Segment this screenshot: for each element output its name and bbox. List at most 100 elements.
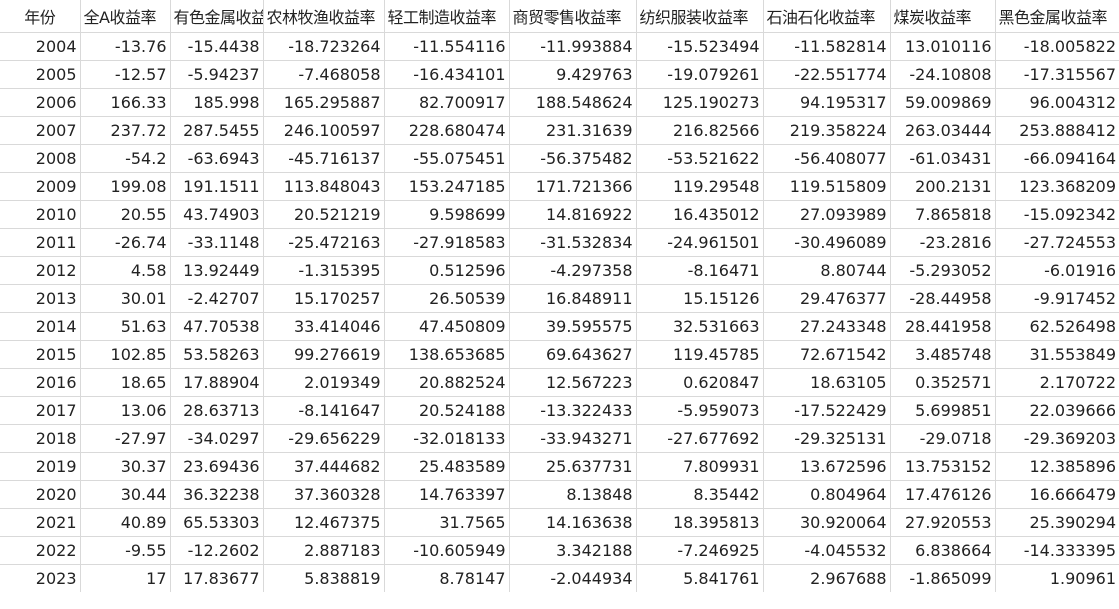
cell-light-industry-return[interactable]: 0.512596 bbox=[384, 256, 510, 285]
cell-nonferrous-metals-return[interactable]: 287.5455 bbox=[170, 116, 264, 145]
cell-year[interactable]: 2008 bbox=[0, 144, 81, 173]
cell-all-a-return[interactable]: 4.58 bbox=[80, 256, 171, 285]
cell-textile-apparel-return[interactable]: 8.35442 bbox=[636, 480, 764, 509]
cell-petrochemical-return[interactable]: 2.967688 bbox=[763, 564, 891, 592]
cell-all-a-return[interactable]: -54.2 bbox=[80, 144, 171, 173]
cell-agriculture-return[interactable]: -29.656229 bbox=[263, 424, 385, 453]
cell-light-industry-return[interactable]: 138.653685 bbox=[384, 340, 510, 369]
cell-all-a-return[interactable]: 199.08 bbox=[80, 172, 171, 201]
cell-retail-return[interactable]: 3.342188 bbox=[509, 536, 637, 565]
cell-all-a-return[interactable]: 30.37 bbox=[80, 452, 171, 481]
cell-nonferrous-metals-return[interactable]: 17.83677 bbox=[170, 564, 264, 592]
cell-year[interactable]: 2021 bbox=[0, 508, 81, 537]
cell-ferrous-metals-return[interactable]: -14.333395 bbox=[995, 536, 1119, 565]
cell-retail-return[interactable]: -33.943271 bbox=[509, 424, 637, 453]
cell-nonferrous-metals-return[interactable]: 28.63713 bbox=[170, 396, 264, 425]
cell-light-industry-return[interactable]: 14.763397 bbox=[384, 480, 510, 509]
cell-retail-return[interactable]: -2.044934 bbox=[509, 564, 637, 592]
cell-all-a-return[interactable]: 30.44 bbox=[80, 480, 171, 509]
cell-ferrous-metals-return[interactable]: 25.390294 bbox=[995, 508, 1119, 537]
header-coal-return[interactable]: 煤炭收益率 bbox=[890, 0, 996, 33]
cell-agriculture-return[interactable]: -45.716137 bbox=[263, 144, 385, 173]
cell-retail-return[interactable]: 9.429763 bbox=[509, 60, 637, 89]
cell-all-a-return[interactable]: 40.89 bbox=[80, 508, 171, 537]
cell-year[interactable]: 2016 bbox=[0, 368, 81, 397]
cell-agriculture-return[interactable]: 165.295887 bbox=[263, 88, 385, 117]
cell-petrochemical-return[interactable]: 8.80744 bbox=[763, 256, 891, 285]
cell-year[interactable]: 2020 bbox=[0, 480, 81, 509]
cell-nonferrous-metals-return[interactable]: -33.1148 bbox=[170, 228, 264, 257]
cell-coal-return[interactable]: 28.441958 bbox=[890, 312, 996, 341]
cell-nonferrous-metals-return[interactable]: -15.4438 bbox=[170, 32, 264, 61]
cell-textile-apparel-return[interactable]: 18.395813 bbox=[636, 508, 764, 537]
cell-light-industry-return[interactable]: 26.50539 bbox=[384, 284, 510, 313]
cell-petrochemical-return[interactable]: 27.243348 bbox=[763, 312, 891, 341]
cell-nonferrous-metals-return[interactable]: 185.998 bbox=[170, 88, 264, 117]
cell-retail-return[interactable]: 69.643627 bbox=[509, 340, 637, 369]
cell-textile-apparel-return[interactable]: -53.521622 bbox=[636, 144, 764, 173]
cell-petrochemical-return[interactable]: -30.496089 bbox=[763, 228, 891, 257]
cell-textile-apparel-return[interactable]: 32.531663 bbox=[636, 312, 764, 341]
cell-nonferrous-metals-return[interactable]: 47.70538 bbox=[170, 312, 264, 341]
cell-agriculture-return[interactable]: 12.467375 bbox=[263, 508, 385, 537]
cell-ferrous-metals-return[interactable]: -18.005822 bbox=[995, 32, 1119, 61]
cell-ferrous-metals-return[interactable]: 253.888412 bbox=[995, 116, 1119, 145]
cell-agriculture-return[interactable]: 2.887183 bbox=[263, 536, 385, 565]
cell-light-industry-return[interactable]: 20.882524 bbox=[384, 368, 510, 397]
header-nonferrous-metals-return[interactable]: 有色金属收益率 bbox=[170, 0, 264, 33]
cell-agriculture-return[interactable]: 33.414046 bbox=[263, 312, 385, 341]
cell-agriculture-return[interactable]: -1.315395 bbox=[263, 256, 385, 285]
cell-all-a-return[interactable]: 18.65 bbox=[80, 368, 171, 397]
cell-nonferrous-metals-return[interactable]: 13.92449 bbox=[170, 256, 264, 285]
cell-year[interactable]: 2012 bbox=[0, 256, 81, 285]
cell-light-industry-return[interactable]: 9.598699 bbox=[384, 200, 510, 229]
cell-textile-apparel-return[interactable]: -15.523494 bbox=[636, 32, 764, 61]
cell-year[interactable]: 2004 bbox=[0, 32, 81, 61]
cell-year[interactable]: 2006 bbox=[0, 88, 81, 117]
cell-all-a-return[interactable]: 30.01 bbox=[80, 284, 171, 313]
cell-ferrous-metals-return[interactable]: -29.369203 bbox=[995, 424, 1119, 453]
cell-coal-return[interactable]: 27.920553 bbox=[890, 508, 996, 537]
cell-retail-return[interactable]: -56.375482 bbox=[509, 144, 637, 173]
cell-ferrous-metals-return[interactable]: 2.170722 bbox=[995, 368, 1119, 397]
cell-petrochemical-return[interactable]: 30.920064 bbox=[763, 508, 891, 537]
cell-textile-apparel-return[interactable]: 0.620847 bbox=[636, 368, 764, 397]
cell-light-industry-return[interactable]: 31.7565 bbox=[384, 508, 510, 537]
cell-light-industry-return[interactable]: -32.018133 bbox=[384, 424, 510, 453]
cell-retail-return[interactable]: 25.637731 bbox=[509, 452, 637, 481]
cell-coal-return[interactable]: 3.485748 bbox=[890, 340, 996, 369]
cell-light-industry-return[interactable]: -10.605949 bbox=[384, 536, 510, 565]
cell-petrochemical-return[interactable]: 27.093989 bbox=[763, 200, 891, 229]
cell-nonferrous-metals-return[interactable]: 17.88904 bbox=[170, 368, 264, 397]
cell-textile-apparel-return[interactable]: 5.841761 bbox=[636, 564, 764, 592]
cell-coal-return[interactable]: 17.476126 bbox=[890, 480, 996, 509]
cell-all-a-return[interactable]: 102.85 bbox=[80, 340, 171, 369]
cell-all-a-return[interactable]: 20.55 bbox=[80, 200, 171, 229]
cell-nonferrous-metals-return[interactable]: -5.94237 bbox=[170, 60, 264, 89]
cell-agriculture-return[interactable]: 37.444682 bbox=[263, 452, 385, 481]
cell-coal-return[interactable]: 5.699851 bbox=[890, 396, 996, 425]
cell-ferrous-metals-return[interactable]: -15.092342 bbox=[995, 200, 1119, 229]
cell-light-industry-return[interactable]: -11.554116 bbox=[384, 32, 510, 61]
cell-light-industry-return[interactable]: 228.680474 bbox=[384, 116, 510, 145]
cell-retail-return[interactable]: 12.567223 bbox=[509, 368, 637, 397]
cell-textile-apparel-return[interactable]: -19.079261 bbox=[636, 60, 764, 89]
cell-petrochemical-return[interactable]: 219.358224 bbox=[763, 116, 891, 145]
cell-coal-return[interactable]: -28.44958 bbox=[890, 284, 996, 313]
cell-agriculture-return[interactable]: -18.723264 bbox=[263, 32, 385, 61]
cell-coal-return[interactable]: -23.2816 bbox=[890, 228, 996, 257]
cell-ferrous-metals-return[interactable]: 16.666479 bbox=[995, 480, 1119, 509]
cell-petrochemical-return[interactable]: 0.804964 bbox=[763, 480, 891, 509]
header-ferrous-metals-return[interactable]: 黑色金属收益率 bbox=[995, 0, 1119, 33]
cell-petrochemical-return[interactable]: -4.045532 bbox=[763, 536, 891, 565]
cell-textile-apparel-return[interactable]: 125.190273 bbox=[636, 88, 764, 117]
header-agriculture-return[interactable]: 农林牧渔收益率 bbox=[263, 0, 385, 33]
cell-year[interactable]: 2007 bbox=[0, 116, 81, 145]
cell-textile-apparel-return[interactable]: -8.16471 bbox=[636, 256, 764, 285]
cell-agriculture-return[interactable]: 37.360328 bbox=[263, 480, 385, 509]
cell-ferrous-metals-return[interactable]: 1.90961 bbox=[995, 564, 1119, 592]
cell-textile-apparel-return[interactable]: 119.29548 bbox=[636, 172, 764, 201]
cell-petrochemical-return[interactable]: -22.551774 bbox=[763, 60, 891, 89]
cell-ferrous-metals-return[interactable]: -66.094164 bbox=[995, 144, 1119, 173]
cell-textile-apparel-return[interactable]: 16.435012 bbox=[636, 200, 764, 229]
